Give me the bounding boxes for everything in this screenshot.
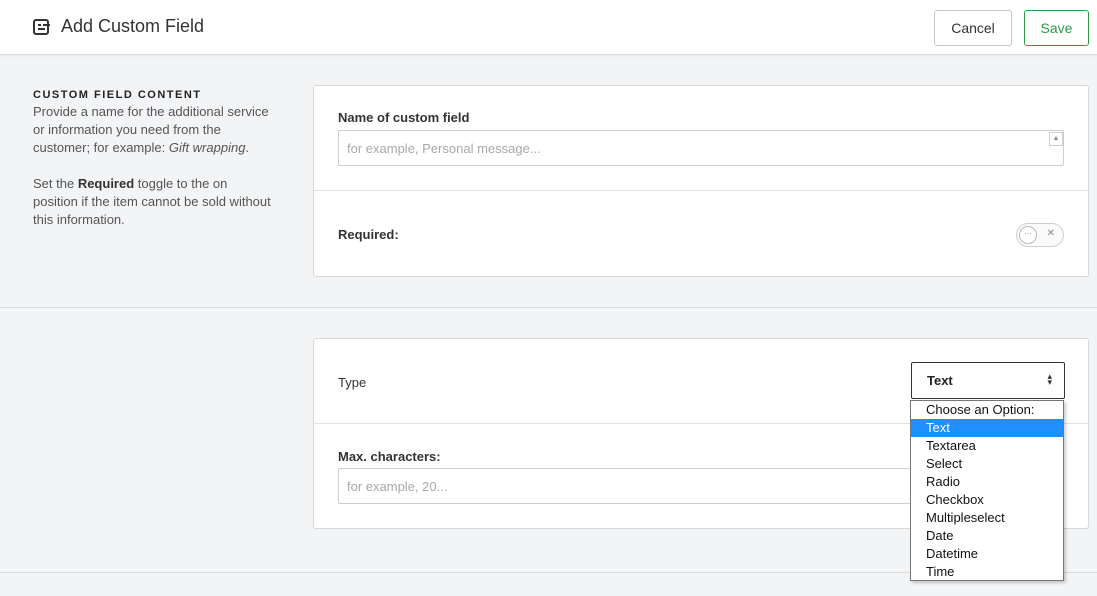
cancel-button[interactable]: Cancel: [934, 10, 1012, 46]
toggle-knob-icon: ···: [1019, 226, 1037, 244]
save-button[interactable]: Save: [1024, 10, 1089, 46]
type-option[interactable]: Checkbox: [911, 491, 1063, 509]
type-select[interactable]: Text ▴ ▾: [911, 362, 1065, 399]
form-icon: [33, 19, 49, 35]
type-option[interactable]: Multipleselect: [911, 509, 1063, 527]
type-option[interactable]: Time: [911, 563, 1063, 581]
type-option[interactable]: Datetime: [911, 545, 1063, 563]
type-option[interactable]: Textarea: [911, 437, 1063, 455]
page-title: Add Custom Field: [61, 16, 205, 36]
name-field-label: Name of custom field: [338, 110, 470, 125]
type-option[interactable]: Text: [911, 419, 1063, 437]
type-option[interactable]: Date: [911, 527, 1063, 545]
type-option[interactable]: Select: [911, 455, 1063, 473]
required-label: Required:: [338, 227, 399, 242]
toggle-off-icon: ✕: [1046, 228, 1055, 239]
type-label: Type: [338, 375, 367, 390]
type-select-value: Text: [927, 373, 953, 388]
name-required-card: Name of custom field ▲ Required: ··· ✕: [313, 85, 1089, 277]
description-paragraph-2: Set the Required toggle to the on positi…: [33, 176, 271, 227]
type-option[interactable]: Choose an Option:: [911, 401, 1063, 419]
custom-field-content-section: CUSTOM FIELD CONTENT Provide a name for …: [0, 56, 1097, 308]
max-characters-label: Max. characters:: [338, 449, 441, 464]
resize-handle-icon[interactable]: ▲: [1049, 132, 1063, 146]
type-dropdown-list[interactable]: Choose an Option: Text Textarea Select R…: [910, 400, 1064, 581]
type-option[interactable]: Radio: [911, 473, 1063, 491]
section-description: CUSTOM FIELD CONTENT Provide a name for …: [33, 87, 273, 247]
required-toggle[interactable]: ··· ✕: [1016, 223, 1064, 247]
select-arrows-icon: ▴ ▾: [1047, 371, 1052, 387]
section-heading: CUSTOM FIELD CONTENT: [33, 89, 202, 101]
card-divider: [314, 190, 1088, 191]
header: Add Custom Field Cancel Save: [0, 0, 1097, 55]
description-paragraph-1: Provide a name for the additional servic…: [33, 104, 269, 155]
name-field-input[interactable]: [338, 130, 1064, 166]
